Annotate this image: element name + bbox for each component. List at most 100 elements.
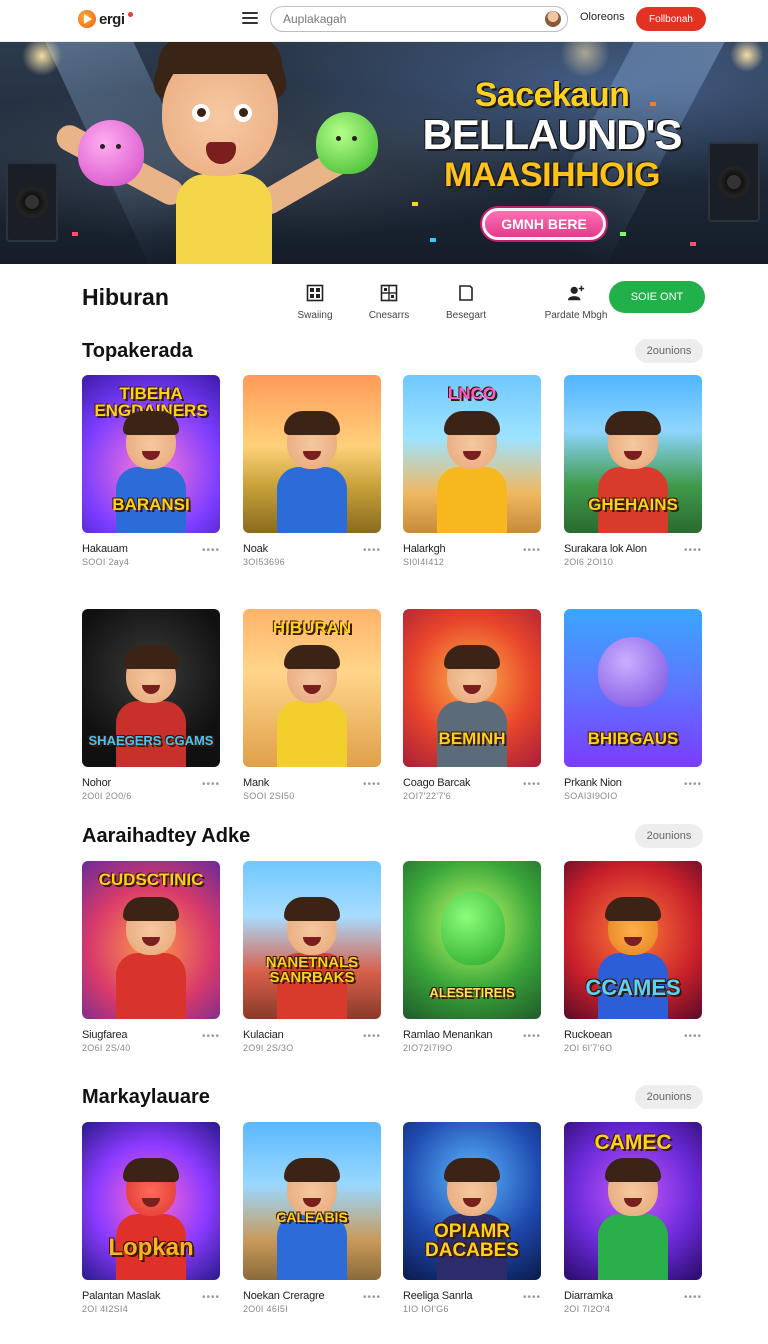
game-card[interactable]: GHEHAINS Surakara lok Alon 2Ol6 2OI10 ••… <box>564 375 702 567</box>
game-title: Ruckoean <box>564 1029 612 1041</box>
thumbnail-art-text: LNCO <box>447 384 497 403</box>
thumbnail-art-text: OPIAMR DACABES <box>425 1221 519 1261</box>
category-item-swaiing[interactable]: Swaiing <box>275 284 355 321</box>
thumbnail-art-text: SHAEGERS CGAMS <box>88 733 214 748</box>
more-options-icon[interactable]: •••• <box>363 779 381 790</box>
category-label: Swaiing <box>297 310 333 321</box>
more-options-icon[interactable]: •••• <box>363 545 381 556</box>
game-thumbnail: CAMEC <box>564 1122 702 1280</box>
thumbnail-art-text: HIBURAN <box>272 618 352 637</box>
game-meta: 2Ol6 2OI10 <box>564 557 614 567</box>
confetti <box>690 242 696 246</box>
category-label: Besegart <box>445 310 487 321</box>
game-thumbnail: TIBEHA ENGDAINERS BARANSI <box>82 375 220 533</box>
thumbnail-art-text: BHIBGAUS <box>587 729 679 748</box>
game-card[interactable]: CAMEC Diarramka 2OI 7I2O'4 •••• <box>564 1122 702 1314</box>
game-card[interactable]: SHAEGERS CGAMS Nohor 2O0I 2O0/6 •••• <box>82 609 220 801</box>
game-title: Kulacian <box>243 1029 284 1041</box>
see-all-button[interactable]: 2ounions <box>635 824 703 848</box>
hero-cta-button[interactable]: GMNH BERE <box>482 208 606 240</box>
brand-logo[interactable]: ergi <box>78 8 133 30</box>
game-card[interactable]: HIBURAN Mank SOOI 2SI50 •••• <box>243 609 381 801</box>
search-bar <box>270 6 568 32</box>
game-thumbnail: Lopkan <box>82 1122 220 1280</box>
game-title: Noekan Creragre <box>243 1290 325 1302</box>
logo-text: ergi <box>99 10 125 28</box>
more-options-icon[interactable]: •••• <box>202 1031 220 1042</box>
game-title: Surakara lok Alon <box>564 543 647 555</box>
section-title: Aaraihadtey Adke <box>82 825 251 847</box>
category-cta-button[interactable]: SOIE ONT <box>609 281 705 313</box>
thumbnail-art-text: GHEHAINS <box>588 495 678 514</box>
hero-banner[interactable]: Sacekaun BELLAUND'S MAASIHHOIG <box>0 42 768 264</box>
game-thumbnail: HIBURAN <box>243 609 381 767</box>
game-meta: SOOI 2SI50 <box>243 791 295 801</box>
more-options-icon[interactable]: •••• <box>202 545 220 556</box>
category-label: Cnesarrs <box>368 310 410 321</box>
game-thumbnail: SHAEGERS CGAMS <box>82 609 220 767</box>
category-item-pardate-mbgh[interactable]: Pardate Mbgh <box>536 284 616 321</box>
see-all-button[interactable]: 2ounions <box>635 1085 703 1109</box>
game-thumbnail <box>243 375 381 533</box>
more-options-icon[interactable]: •••• <box>363 1031 381 1042</box>
category-item-besegart[interactable]: Besegart <box>426 284 506 321</box>
more-options-icon[interactable]: •••• <box>684 1292 702 1303</box>
hero-title-line-1: Sacekaun <box>474 76 630 114</box>
more-options-icon[interactable]: •••• <box>523 545 541 556</box>
user-avatar-icon[interactable] <box>545 11 561 27</box>
hamburger-menu-icon[interactable] <box>242 12 258 24</box>
game-meta: 2OI 6I'7'6O <box>564 1043 613 1053</box>
game-card[interactable]: CUDSCTINIC Siugfarea 2O6I 2S/40 •••• <box>82 861 220 1053</box>
more-options-icon[interactable]: •••• <box>684 1031 702 1042</box>
game-card[interactable]: CCAMES Ruckoean 2OI 6I'7'6O •••• <box>564 861 702 1053</box>
see-all-button[interactable]: 2ounions <box>635 339 703 363</box>
thumbnail-art-text: BEMINH <box>438 729 506 748</box>
more-options-icon[interactable]: •••• <box>684 545 702 556</box>
more-options-icon[interactable]: •••• <box>523 1292 541 1303</box>
category-item-cnesarrs[interactable]: Cnesarrs <box>349 284 429 321</box>
thumbnail-art-text: NANETNALS SANRBAKS <box>265 954 359 986</box>
user-plus-icon <box>567 285 585 301</box>
game-meta: 2OI 7I2O'4 <box>564 1304 611 1314</box>
game-card[interactable]: Noak 3OI53696 •••• <box>243 375 381 567</box>
game-meta: SOOI 2ay4 <box>82 557 130 567</box>
game-meta: 2OI7'22'7'6 <box>403 791 451 801</box>
more-options-icon[interactable]: •••• <box>363 1292 381 1303</box>
more-options-icon[interactable]: •••• <box>523 1031 541 1042</box>
game-meta: SI0I4I412 <box>403 557 445 567</box>
more-options-icon[interactable]: •••• <box>202 1292 220 1303</box>
header-link[interactable]: Oloreons <box>580 11 625 23</box>
game-card[interactable]: TIBEHA ENGDAINERS BARANSI Hakauam SOOI 2… <box>82 375 220 567</box>
confetti <box>412 202 418 206</box>
game-title: Nohor <box>82 777 111 789</box>
hero-title: Sacekaun BELLAUND'S MAASIHHOIG <box>412 78 692 192</box>
search-input[interactable] <box>283 12 545 26</box>
thumbnail-art-text: CCAMES <box>585 975 681 1000</box>
game-card[interactable]: CALEABIS Noekan Creragre 2O0I 46I5I •••• <box>243 1122 381 1314</box>
thumbnail-art-text: ALESETIREIS <box>429 985 515 1000</box>
game-title: Noak <box>243 543 268 555</box>
game-card[interactable]: LNCO Halarkgh SI0I4I412 •••• <box>403 375 541 567</box>
thumbnail-art-text: CAMEC <box>594 1131 672 1154</box>
game-meta: 2O9I 2S/3O <box>243 1043 294 1053</box>
game-meta: 2O0I 46I5I <box>243 1304 289 1314</box>
game-meta: SOAI3I9OIO <box>564 791 618 801</box>
game-card[interactable]: OPIAMR DACABES Reeliga Sanrla 1IO IOI'G6… <box>403 1122 541 1314</box>
header-cta-button[interactable]: Follbonah <box>636 7 706 31</box>
game-card[interactable]: Lopkan Palantan Maslak 2OI 4I2SI4 •••• <box>82 1122 220 1314</box>
game-title: Palantan Maslak <box>82 1290 161 1302</box>
game-card[interactable]: BHIBGAUS Prkank Nion SOAI3I9OIO •••• <box>564 609 702 801</box>
game-card[interactable]: ALESETIREIS Ramlao Menankan 2IO72I7I9O •… <box>403 861 541 1053</box>
thumbnail-art-text: CALEABIS <box>276 1209 348 1225</box>
more-options-icon[interactable]: •••• <box>684 779 702 790</box>
game-card[interactable]: BEMINH Coago Barcak 2OI7'22'7'6 •••• <box>403 609 541 801</box>
game-thumbnail: LNCO <box>403 375 541 533</box>
more-options-icon[interactable]: •••• <box>202 779 220 790</box>
section-title: Markaylauare <box>82 1086 210 1108</box>
stage-light <box>730 42 764 72</box>
hero-title-line-2: BELLAUND'S <box>422 111 683 158</box>
more-options-icon[interactable]: •••• <box>523 779 541 790</box>
speaker-graphic <box>6 162 58 242</box>
game-card[interactable]: NANETNALS SANRBAKS Kulacian 2O9I 2S/3O •… <box>243 861 381 1053</box>
game-meta: 1IO IOI'G6 <box>403 1304 449 1314</box>
